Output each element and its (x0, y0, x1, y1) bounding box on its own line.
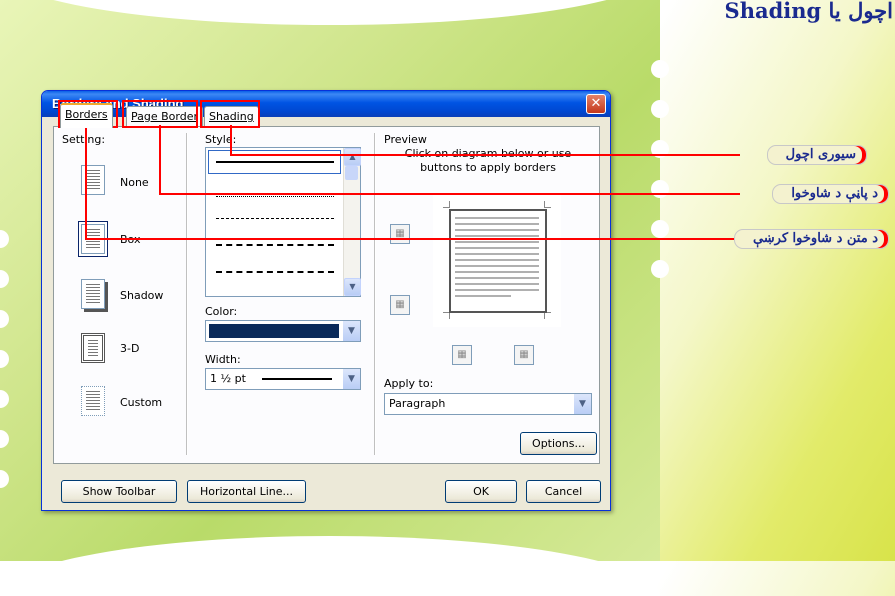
preview-text-line (455, 229, 539, 231)
frame-scallop (0, 230, 9, 248)
preview-text-line (455, 271, 539, 273)
annotation-line (230, 154, 740, 156)
preview-text-line (455, 247, 539, 249)
annotation-line (85, 125, 87, 239)
preview-text-line (455, 277, 539, 279)
width-dropdown[interactable]: 1 ½ pt ▼ (205, 368, 361, 390)
setting-none-label[interactable]: None (120, 176, 149, 189)
preview-text-line (455, 265, 539, 267)
style-long-dashed-line (216, 244, 334, 246)
corner-mark (544, 312, 551, 319)
preview-diagram[interactable] (433, 193, 561, 327)
setting-shadow-icon[interactable] (81, 279, 105, 309)
scroll-up-icon[interactable]: ▲ (344, 148, 361, 166)
frame-scallop (0, 270, 9, 288)
frame-scallop (0, 390, 9, 408)
ok-button[interactable]: OK (445, 480, 517, 503)
annotation-line (85, 238, 740, 240)
preview-text-line (455, 295, 511, 297)
width-line-sample (262, 378, 332, 380)
column-divider (186, 133, 188, 455)
tab-label: Borders (65, 108, 108, 121)
frame-scallop (0, 430, 9, 448)
color-dropdown[interactable]: ▼ (205, 320, 361, 342)
preview-text-line (455, 241, 539, 243)
annotation-line (159, 125, 161, 194)
apply-to-dropdown[interactable]: Paragraph ▼ (384, 393, 592, 415)
chevron-down-icon[interactable]: ▼ (343, 321, 360, 341)
preview-text-line (455, 235, 539, 237)
right-border-icon[interactable]: ▦ (514, 345, 534, 365)
setting-3d-label[interactable]: 3-D (120, 342, 139, 355)
close-icon[interactable]: ✕ (586, 94, 606, 114)
preview-label: Preview (384, 133, 427, 146)
preview-text-line (455, 289, 539, 291)
apply-to-label: Apply to: (384, 377, 434, 390)
borders-tab-panel: Setting: None Box Shadow 3-D Custom Styl… (53, 126, 600, 464)
color-label: Color: (205, 305, 238, 318)
column-divider (374, 133, 376, 455)
frame-scallop (0, 310, 9, 328)
left-border-icon[interactable]: ▦ (452, 345, 472, 365)
setting-label: Setting: (62, 133, 106, 146)
show-toolbar-button[interactable]: Show Toolbar (61, 480, 177, 503)
apply-to-value: Paragraph (389, 397, 446, 410)
preview-text-line (455, 223, 539, 225)
frame-bottom-curve (0, 536, 660, 596)
annotation-line (230, 125, 232, 155)
preview-text-line (455, 259, 539, 261)
preview-text-line (455, 283, 539, 285)
chevron-down-icon[interactable]: ▼ (343, 369, 360, 389)
setting-custom-label[interactable]: Custom (120, 396, 162, 409)
corner-mark (443, 312, 450, 319)
slide-title: اچول يا Shading (724, 0, 893, 23)
setting-3d-icon[interactable] (81, 333, 105, 363)
options-button[interactable]: Options... (520, 432, 597, 455)
style-solid-line (216, 161, 334, 163)
frame-scallop (651, 180, 669, 198)
setting-custom-icon[interactable] (81, 386, 105, 416)
tab-borders[interactable]: Borders (60, 103, 113, 128)
preview-text-line (455, 253, 539, 255)
frame-scallop (651, 260, 669, 278)
frame-scallop (651, 100, 669, 118)
style-dashed-line (216, 218, 334, 219)
preview-text-line (455, 217, 539, 219)
style-dash-dot-line (216, 271, 334, 273)
frame-top-curve (0, 0, 660, 25)
frame-scallop (651, 220, 669, 238)
frame-scallop (0, 470, 9, 488)
preview-hint: Click on diagram below or use buttons to… (405, 147, 571, 174)
cancel-button[interactable]: Cancel (526, 480, 601, 503)
style-listbox[interactable]: ▲ ▼ (205, 147, 361, 297)
top-border-icon[interactable]: ▦ (390, 224, 410, 244)
setting-shadow-label[interactable]: Shadow (120, 289, 163, 302)
horizontal-line-button[interactable]: Horizontal Line... (187, 480, 306, 503)
scroll-thumb[interactable] (345, 166, 358, 180)
callout-borders: د متن د شاوخوا كرښې (733, 229, 889, 249)
callout-shading: سيورى اچول (766, 145, 867, 165)
scroll-down-icon[interactable]: ▼ (344, 278, 361, 296)
chevron-down-icon[interactable]: ▼ (574, 394, 591, 414)
callout-page-border: د پاڼې د شاوخوا (772, 184, 889, 204)
style-scrollbar[interactable]: ▲ ▼ (343, 148, 361, 296)
bottom-border-icon[interactable]: ▦ (390, 295, 410, 315)
corner-mark (544, 201, 551, 208)
annotation-line (159, 193, 740, 195)
highlight-shading-tab (200, 100, 260, 128)
corner-mark (443, 201, 450, 208)
style-dotted-line (216, 196, 334, 197)
width-value: 1 ½ pt (210, 372, 246, 385)
color-swatch (209, 324, 339, 338)
width-label: Width: (205, 353, 241, 366)
frame-scallop (0, 350, 9, 368)
highlight-page-border-tab (122, 100, 198, 128)
frame-scallop (651, 60, 669, 78)
